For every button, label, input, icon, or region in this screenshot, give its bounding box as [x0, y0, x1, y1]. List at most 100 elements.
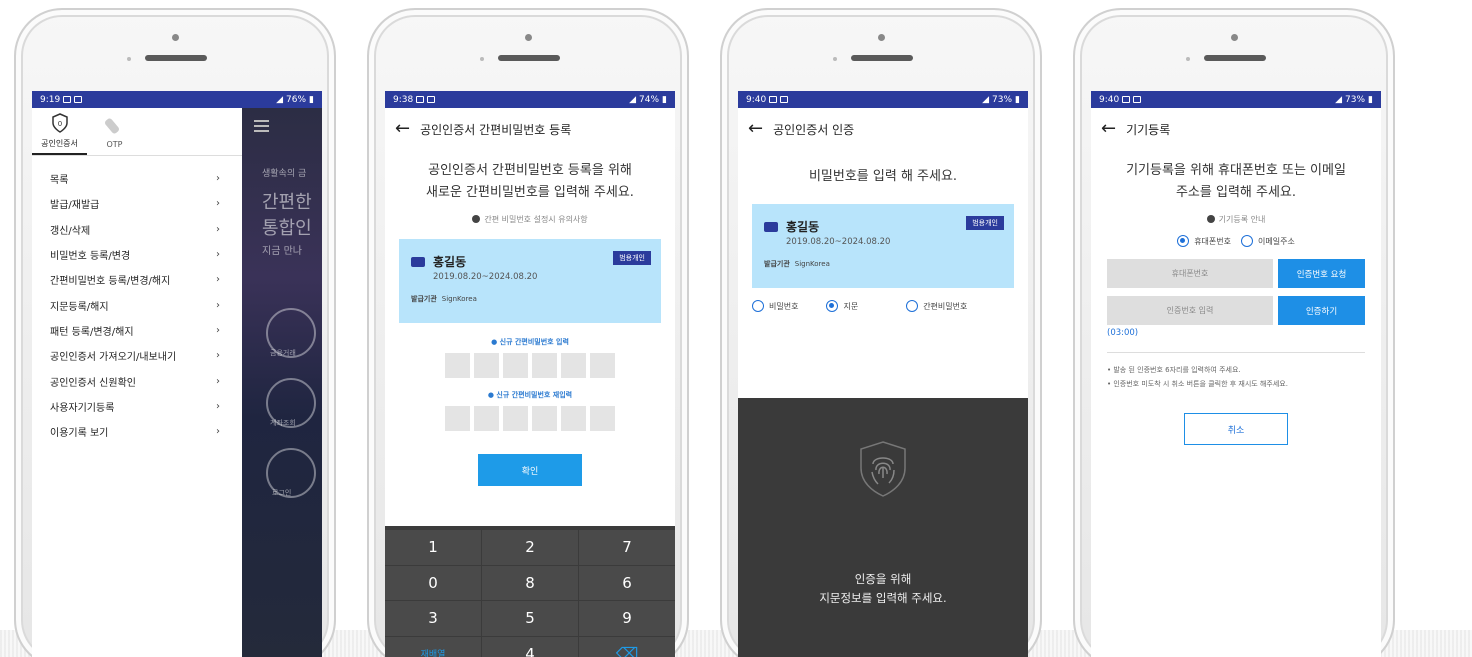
- keypad-key[interactable]: 1: [385, 530, 481, 565]
- pin-digit: [445, 353, 470, 378]
- sensor: [833, 57, 837, 61]
- battery-text: 73%: [992, 94, 1013, 105]
- notice-link[interactable]: 기기등록 안내: [1091, 214, 1381, 225]
- menu-item-pattern[interactable]: 패턴 등록/변경/해지 ›: [32, 318, 242, 343]
- pin-digit: [503, 406, 528, 431]
- drawer-tabs: 0 공인인증서 OTP: [32, 108, 242, 156]
- radio-label: 간편비밀번호: [923, 301, 968, 311]
- bg-text: 지금 만나: [262, 246, 302, 257]
- keypad-key[interactable]: 5: [482, 601, 578, 636]
- menu-item-issue[interactable]: 발급/재발급 ›: [32, 191, 242, 216]
- verify-button[interactable]: 인증하기: [1278, 296, 1365, 325]
- shield-icon: 0: [51, 113, 68, 133]
- keypad-key[interactable]: 9: [579, 601, 675, 636]
- status-bar: 9:19 ◢ 76% ▮: [32, 91, 322, 108]
- menu-item-fingerprint[interactable]: 지문등록/해지 ›: [32, 292, 242, 317]
- keypad-key[interactable]: 7: [579, 530, 675, 565]
- camera: [525, 34, 532, 41]
- status-bar: 9:40 ◢ 73% ▮: [1091, 91, 1381, 108]
- bg-button: 로그인: [266, 448, 316, 498]
- keypad-key[interactable]: 2: [482, 530, 578, 565]
- menu-item-password[interactable]: 비밀번호 등록/변경 ›: [32, 242, 242, 267]
- fingerprint-message: 인증을 위해 지문정보를 입력해 주세요.: [738, 570, 1028, 608]
- tab-certificate[interactable]: 0 공인인증서: [32, 109, 87, 155]
- menu-item-list[interactable]: 목록 ›: [32, 166, 242, 191]
- cert-type-badge: 범용개인: [613, 251, 651, 265]
- radio-fingerprint[interactable]: 지문: [826, 300, 858, 312]
- request-code-button[interactable]: 인증번호 요청: [1278, 259, 1365, 288]
- backspace-icon[interactable]: ⌫: [579, 636, 675, 657]
- countdown-timer: (03:00): [1107, 328, 1139, 338]
- notification-icon: [769, 96, 778, 103]
- secure-keypad: 1 2 7 0 8 6 3 5 9 재배열 4 ⌫: [385, 526, 675, 657]
- radio-phone[interactable]: 휴대폰번호: [1177, 235, 1231, 247]
- menu-label: 간편비밀번호 등록/변경/해지: [50, 276, 171, 288]
- menu-item-device[interactable]: 사용자기기등록 ›: [32, 394, 242, 419]
- pin-digit: [590, 406, 615, 431]
- certificate-card[interactable]: 홍길동 2019.08.20~2024.08.20 발급기관 SignKorea …: [399, 239, 661, 323]
- headline: 공인인증서 간편비밀번호 등록을 위해 새로운 간편비밀번호를 입력해 주세요.: [385, 160, 675, 204]
- menu-item-history[interactable]: 이용기록 보기 ›: [32, 419, 242, 444]
- speaker: [1204, 55, 1266, 61]
- sensor: [480, 57, 484, 61]
- pin-confirm-label: ● 신규 간편비밀번호 재입력: [487, 391, 573, 399]
- menu-label: 지문등록/해지: [50, 301, 109, 313]
- drawer-menu: 목록 › 발급/재발급 › 갱신/삭제 › 비밀번호 등록/변경 › 간편비밀번호 등록…: [32, 156, 242, 444]
- status-bar: 9:38 ◢ 74% ▮: [385, 91, 675, 108]
- back-arrow-icon[interactable]: ←: [395, 120, 410, 138]
- cert-period: 2019.08.20~2024.08.20: [786, 237, 891, 247]
- pin-confirm-input[interactable]: [385, 406, 675, 431]
- headline-line: 주소를 입력해 주세요.: [1175, 185, 1297, 200]
- radio-icon: [906, 300, 919, 312]
- tab-label: 공인인증서: [41, 139, 78, 148]
- radio-email[interactable]: 이메일주소: [1241, 235, 1295, 247]
- keypad-key[interactable]: 4: [482, 636, 578, 657]
- svg-text:0: 0: [57, 120, 61, 128]
- issuer-label: 발급기관: [764, 260, 790, 268]
- confirm-button[interactable]: 확인: [478, 454, 582, 486]
- notice-link[interactable]: 간편 비밀번호 설정시 유의사항: [385, 214, 675, 225]
- certificate-icon: [411, 256, 425, 267]
- shuffle-key[interactable]: 재배열: [385, 636, 481, 657]
- notification-icon: [416, 96, 425, 103]
- keypad-key[interactable]: 8: [482, 565, 578, 600]
- pin-digit: [474, 406, 499, 431]
- menu-label: 사용자기기등록: [50, 402, 115, 414]
- chevron-right-icon: ›: [216, 426, 220, 438]
- tab-otp[interactable]: OTP: [87, 109, 142, 155]
- cancel-button[interactable]: 취소: [1184, 413, 1288, 445]
- battery-icon: ▮: [662, 94, 667, 105]
- menu-item-renew[interactable]: 갱신/삭제 ›: [32, 217, 242, 242]
- back-arrow-icon[interactable]: ←: [748, 120, 763, 138]
- radio-simple-password[interactable]: 간편비밀번호: [906, 300, 967, 312]
- notice-text: 기기등록 안내: [1218, 215, 1266, 224]
- chevron-right-icon: ›: [216, 350, 220, 362]
- phone-number-field[interactable]: 휴대폰번호: [1107, 259, 1273, 288]
- back-arrow-icon[interactable]: ←: [1101, 120, 1116, 138]
- menu-label: 패턴 등록/변경/해지: [50, 326, 134, 338]
- camera: [1231, 34, 1238, 41]
- screen-simple-password: 9:38 ◢ 74% ▮ ← 공인인증서 간편비밀번호 등록 공인인증서 간편비밀번…: [385, 91, 675, 657]
- info-icon: [1206, 215, 1215, 223]
- app-bar: ← 공인인증서 인증: [738, 108, 1028, 150]
- screen-device-register: 9:40 ◢ 73% ▮ ← 기기등록 기기등록을 위해 휴대폰번호 또는 이메일 …: [1091, 91, 1381, 657]
- radio-password[interactable]: 비밀번호: [752, 300, 798, 312]
- verification-code-field[interactable]: 인증번호 입력: [1107, 296, 1273, 325]
- page-title: 공인인증서 간편비밀번호 등록: [420, 122, 572, 137]
- menu-item-simple-password[interactable]: 간편비밀번호 등록/변경/해지 ›: [32, 267, 242, 292]
- certificate-card[interactable]: 홍길동 2019.08.20~2024.08.20 발급기관 SignKorea …: [752, 204, 1014, 288]
- hamburger-icon[interactable]: [254, 120, 269, 135]
- chevron-right-icon: ›: [216, 299, 220, 311]
- keypad-key[interactable]: 6: [579, 565, 675, 600]
- menu-label: 공인인증서 신원확인: [50, 377, 136, 389]
- battery-icon: ▮: [1015, 94, 1020, 105]
- chevron-right-icon: ›: [216, 223, 220, 235]
- message-line: 지문정보를 입력해 주세요.: [819, 591, 947, 605]
- keypad-key[interactable]: 3: [385, 601, 481, 636]
- dimmed-background[interactable]: 생활속의 금 간편한 통합인 지금 만나 금융거래 계좌조회 로그인: [242, 108, 322, 657]
- pin-new-input[interactable]: [385, 353, 675, 378]
- cert-issuer: 발급기관 SignKorea: [764, 259, 1004, 269]
- menu-item-identity[interactable]: 공인인증서 신원확인 ›: [32, 368, 242, 393]
- keypad-key[interactable]: 0: [385, 565, 481, 600]
- menu-item-import-export[interactable]: 공인인증서 가져오기/내보내기 ›: [32, 343, 242, 368]
